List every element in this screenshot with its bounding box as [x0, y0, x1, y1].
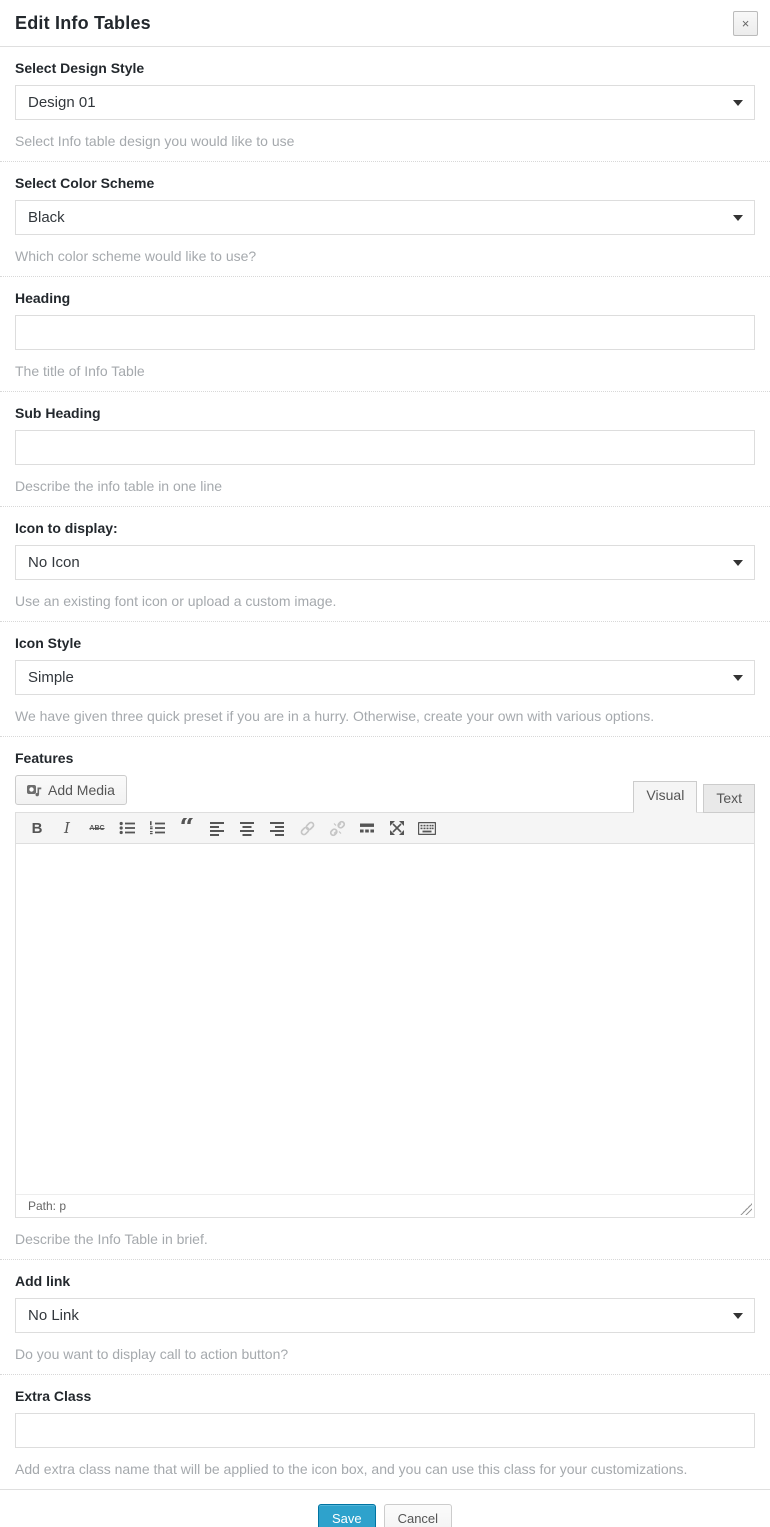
design-style-select[interactable]: Design 01 [15, 85, 755, 120]
align-right-icon[interactable] [264, 818, 290, 839]
rich-text-editor: B I ABC “ [15, 812, 755, 1218]
italic-icon[interactable]: I [54, 818, 80, 839]
close-button[interactable]: × [733, 11, 758, 36]
modal-body: Select Design Style Design 01 Select Inf… [0, 47, 770, 1489]
icon-style-selected-value: Simple [28, 669, 74, 686]
more-tag-icon[interactable] [354, 818, 380, 839]
modal-header: Edit Info Tables × [0, 0, 770, 47]
editor-statusbar: Path: p [16, 1194, 754, 1217]
design-style-selected-value: Design 01 [28, 94, 96, 111]
heading-help: The title of Info Table [15, 363, 755, 379]
bold-icon[interactable]: B [24, 818, 50, 839]
section-heading: Heading The title of Info Table [0, 277, 770, 392]
design-style-help: Select Info table design you would like … [15, 133, 755, 149]
align-center-icon[interactable] [234, 818, 260, 839]
add-link-help: Do you want to display call to action bu… [15, 1346, 755, 1362]
editor-mode-tabs: Visual Text [627, 781, 755, 813]
add-link-select[interactable]: No Link [15, 1298, 755, 1333]
fullscreen-icon[interactable] [384, 818, 410, 839]
chevron-down-icon [733, 215, 743, 221]
editor-path: Path: p [28, 1199, 66, 1213]
tab-visual[interactable]: Visual [633, 781, 697, 813]
chevron-down-icon [733, 560, 743, 566]
icon-select[interactable]: No Icon [15, 545, 755, 580]
link-icon[interactable] [294, 818, 320, 839]
modal-footer: Save Cancel [0, 1489, 770, 1527]
color-scheme-label: Select Color Scheme [15, 175, 755, 191]
section-color-scheme: Select Color Scheme Black Which color sc… [0, 162, 770, 277]
chevron-down-icon [733, 1313, 743, 1319]
icon-style-help: We have given three quick preset if you … [15, 708, 755, 724]
color-scheme-help: Which color scheme would like to use? [15, 248, 755, 264]
section-sub-heading: Sub Heading Describe the info table in o… [0, 392, 770, 507]
section-icon: Icon to display: No Icon Use an existing… [0, 507, 770, 622]
features-help: Describe the Info Table in brief. [15, 1231, 755, 1247]
icon-label: Icon to display: [15, 520, 755, 536]
section-extra-class: Extra Class Add extra class name that wi… [0, 1375, 770, 1489]
section-design-style: Select Design Style Design 01 Select Inf… [0, 47, 770, 162]
sub-heading-label: Sub Heading [15, 405, 755, 421]
design-style-label: Select Design Style [15, 60, 755, 76]
media-icon [27, 784, 42, 797]
section-features: Features Add Media Visual Text [0, 737, 770, 1260]
unlink-icon[interactable] [324, 818, 350, 839]
save-button[interactable]: Save [318, 1504, 376, 1527]
add-link-selected-value: No Link [28, 1307, 79, 1324]
color-scheme-selected-value: Black [28, 209, 65, 226]
extra-class-input[interactable] [15, 1413, 755, 1448]
numbered-list-icon[interactable] [144, 818, 170, 839]
editor-media-bar: Add Media Visual Text [15, 775, 755, 812]
icon-help: Use an existing font icon or upload a cu… [15, 593, 755, 609]
modal-title: Edit Info Tables [15, 13, 151, 34]
cancel-button[interactable]: Cancel [384, 1504, 452, 1527]
heading-input[interactable] [15, 315, 755, 350]
resize-handle-icon[interactable] [740, 1203, 752, 1215]
extra-class-help: Add extra class name that will be applie… [15, 1461, 755, 1477]
icon-style-select[interactable]: Simple [15, 660, 755, 695]
add-link-label: Add link [15, 1273, 755, 1289]
section-add-link: Add link No Link Do you want to display … [0, 1260, 770, 1375]
color-scheme-select[interactable]: Black [15, 200, 755, 235]
strikethrough-icon[interactable]: ABC [84, 818, 110, 839]
chevron-down-icon [733, 675, 743, 681]
sub-heading-input[interactable] [15, 430, 755, 465]
editor-toolbar: B I ABC “ [16, 813, 754, 844]
add-media-button[interactable]: Add Media [15, 775, 127, 805]
add-media-label: Add Media [48, 782, 115, 798]
keyboard-icon[interactable] [414, 818, 440, 839]
tab-text[interactable]: Text [703, 784, 755, 813]
editor-content-area[interactable] [16, 844, 754, 1194]
chevron-down-icon [733, 100, 743, 106]
heading-label: Heading [15, 290, 755, 306]
extra-class-label: Extra Class [15, 1388, 755, 1404]
section-icon-style: Icon Style Simple We have given three qu… [0, 622, 770, 737]
features-label: Features [15, 750, 755, 766]
icon-selected-value: No Icon [28, 554, 80, 571]
bulleted-list-icon[interactable] [114, 818, 140, 839]
sub-heading-help: Describe the info table in one line [15, 478, 755, 494]
icon-style-label: Icon Style [15, 635, 755, 651]
align-left-icon[interactable] [204, 818, 230, 839]
blockquote-icon[interactable]: “ [174, 818, 200, 839]
